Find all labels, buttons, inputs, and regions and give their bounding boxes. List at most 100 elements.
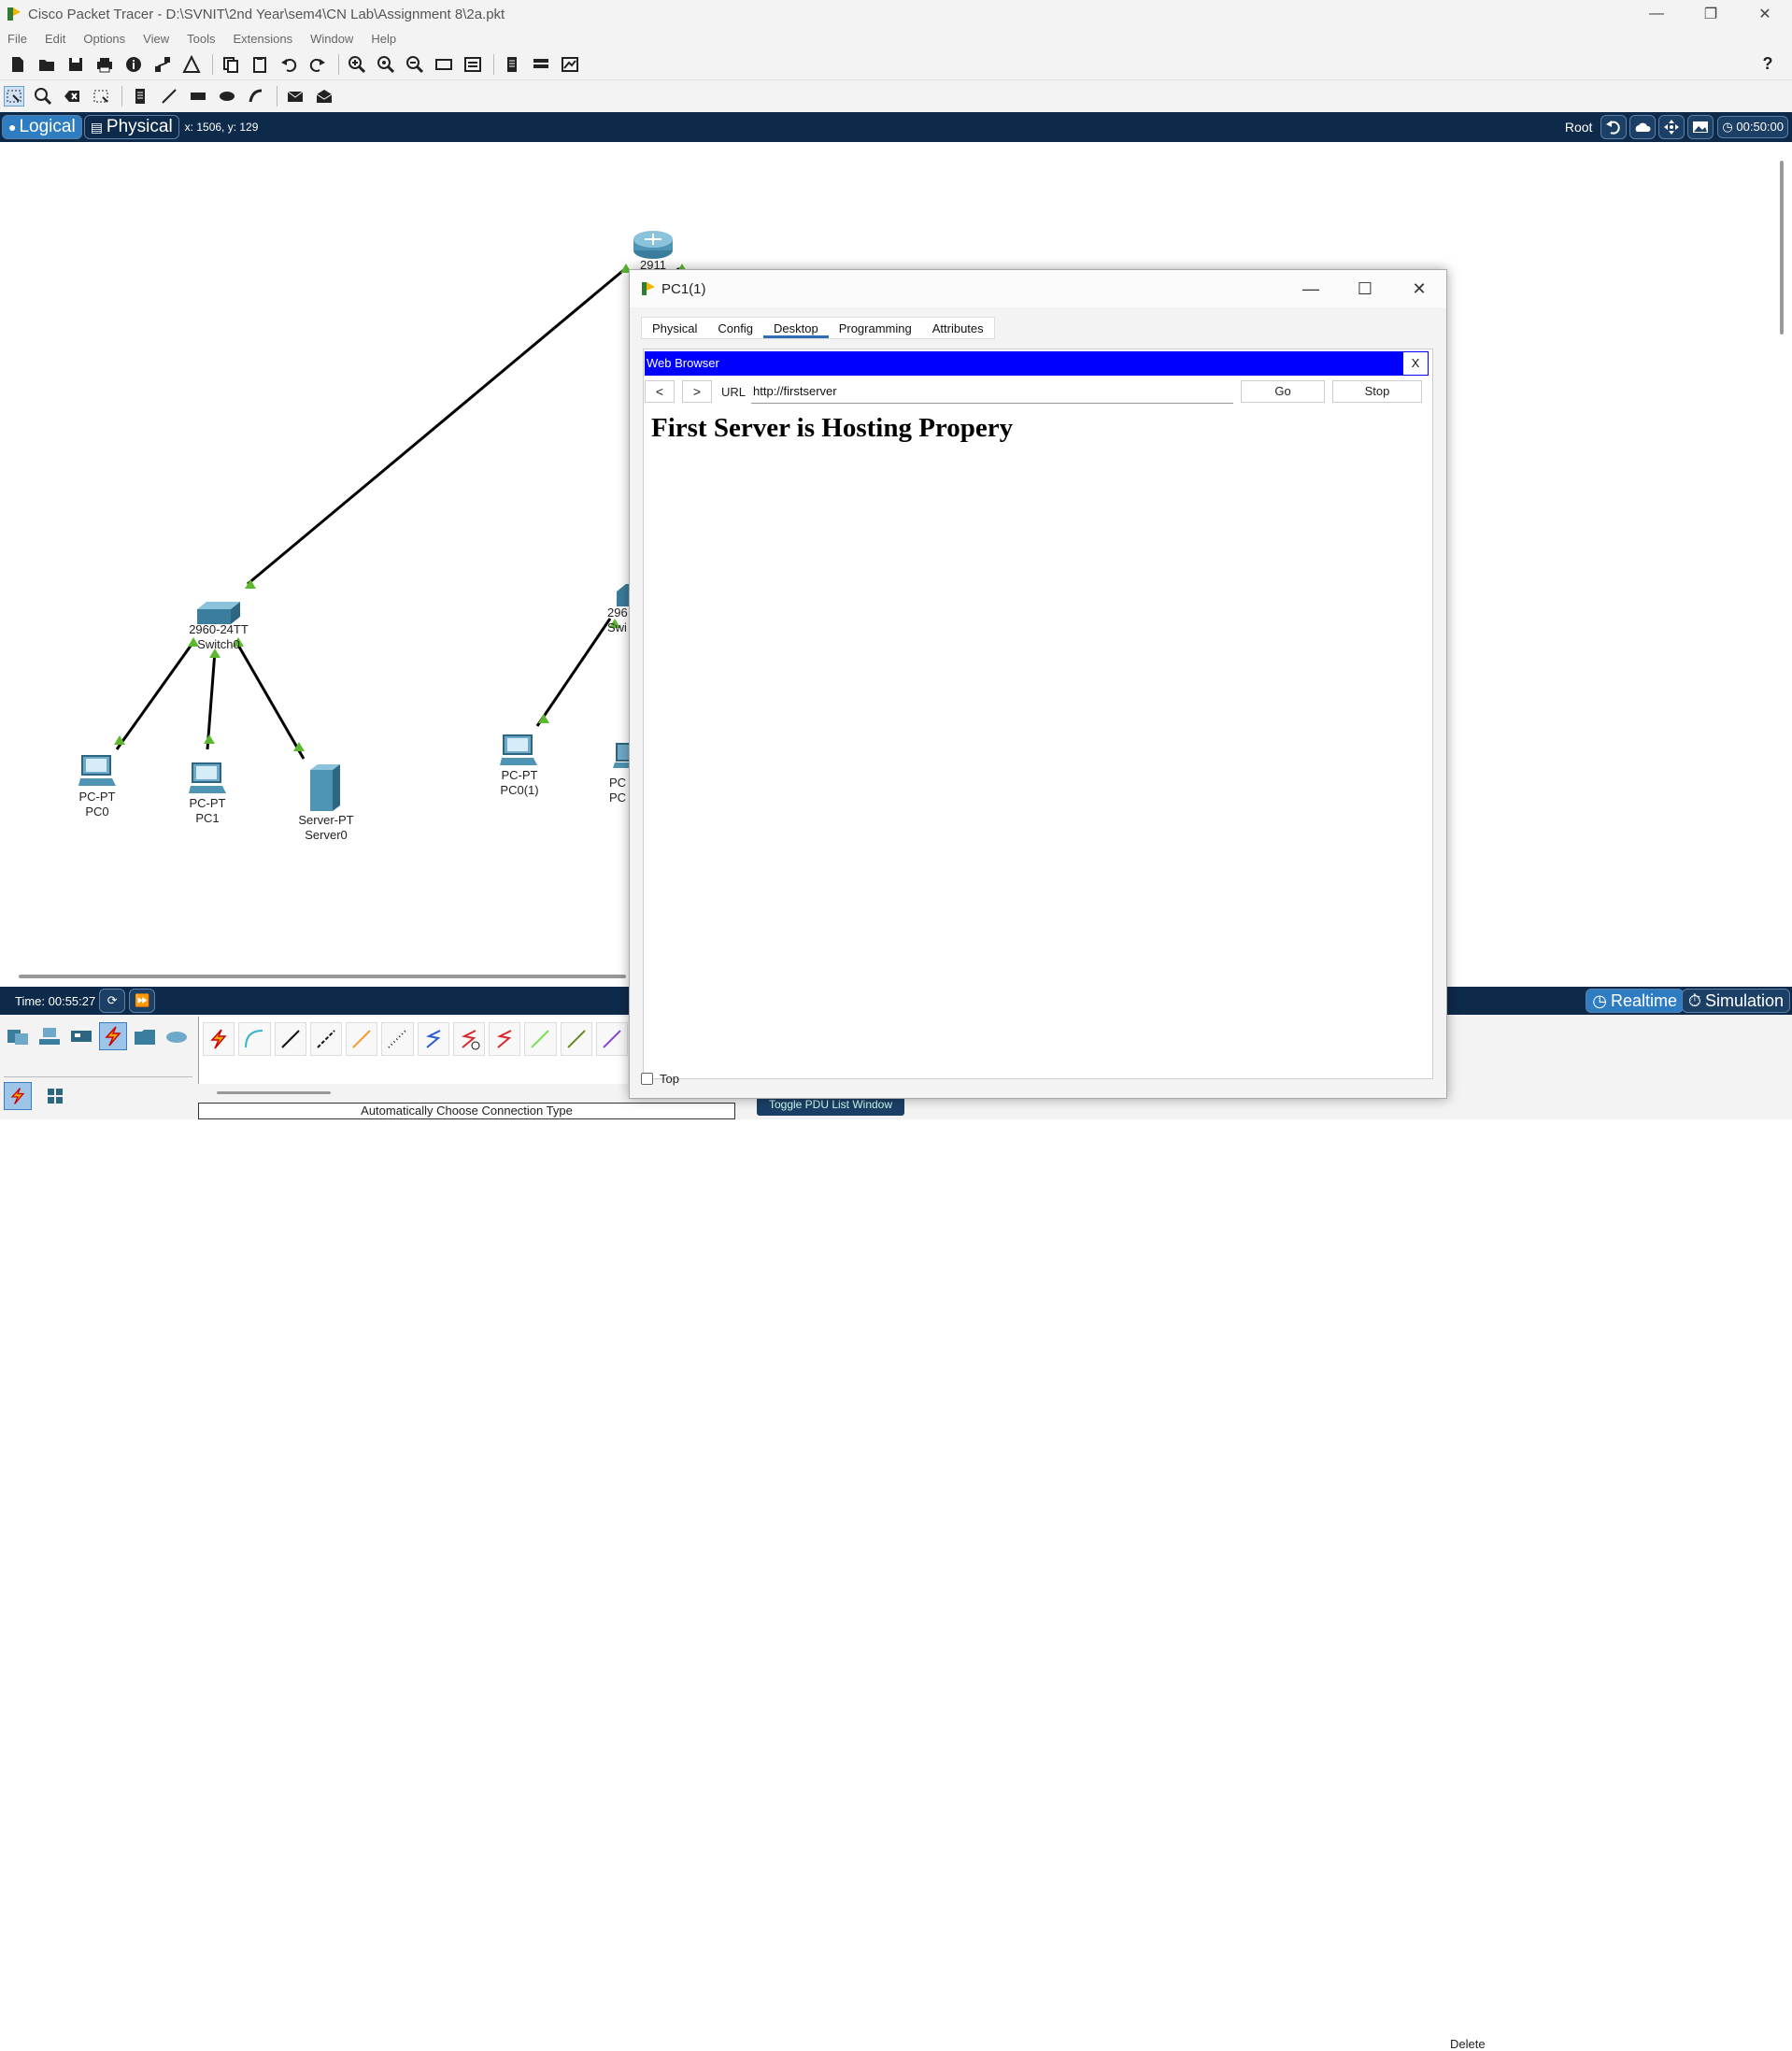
pc-icon[interactable] (500, 734, 537, 767)
viewport-clock[interactable]: ◷ 00:50:00 (1717, 116, 1788, 138)
custom-device-icon[interactable] (462, 54, 483, 75)
tab-desktop[interactable]: Desktop (763, 318, 829, 338)
activity-wizard-icon[interactable] (181, 54, 202, 75)
zoom-out-icon[interactable] (405, 54, 425, 75)
close-button[interactable]: ✕ (1738, 0, 1792, 28)
menu-tools[interactable]: Tools (187, 32, 215, 46)
cluster-icon[interactable] (531, 54, 551, 75)
serial-dte-icon[interactable] (489, 1022, 521, 1056)
pc-icon[interactable] (78, 754, 116, 788)
paste-icon[interactable] (249, 54, 270, 75)
console-cable-icon[interactable] (238, 1022, 271, 1056)
drawing-palette-icon[interactable] (434, 54, 454, 75)
tab-attributes[interactable]: Attributes (922, 318, 994, 338)
info-icon[interactable] (123, 54, 144, 75)
usb-cable-icon[interactable] (595, 1022, 628, 1056)
copper-straight-through-icon[interactable] (274, 1022, 306, 1056)
menu-file[interactable]: File (7, 32, 27, 46)
power-cycle-button[interactable]: ⟳ (99, 989, 126, 1013)
root-label[interactable]: Root (1565, 120, 1593, 135)
octal-cable-icon[interactable] (524, 1022, 557, 1056)
miscellaneous-icon[interactable] (131, 1022, 159, 1050)
browser-forward-button[interactable]: > (682, 380, 712, 403)
coaxial-cable-icon[interactable] (417, 1022, 449, 1056)
new-cluster-icon[interactable] (1629, 115, 1657, 139)
minimize-button[interactable]: — (1629, 0, 1684, 28)
delete-tool-icon[interactable] (62, 86, 82, 107)
link-switch0-pc0[interactable] (115, 641, 195, 750)
copper-cross-over-icon[interactable] (309, 1022, 342, 1056)
web-browser-close-button[interactable]: X (1402, 351, 1429, 376)
save-icon[interactable] (65, 54, 86, 75)
move-object-icon[interactable] (1658, 115, 1685, 139)
menu-view[interactable]: View (143, 32, 169, 46)
logical-view-tab[interactable]: ● Logical (2, 115, 82, 139)
url-input[interactable] (751, 379, 1234, 404)
menu-help[interactable]: Help (371, 32, 396, 46)
always-on-top-checkbox[interactable] (641, 1073, 653, 1085)
back-icon[interactable] (1600, 115, 1628, 139)
undo-icon[interactable] (278, 54, 299, 75)
draw-ellipse-icon[interactable] (217, 86, 237, 107)
phone-cable-icon[interactable] (381, 1022, 414, 1056)
zoom-reset-icon[interactable] (376, 54, 396, 75)
tab-config[interactable]: Config (707, 318, 763, 338)
zoom-in-icon[interactable] (347, 54, 367, 75)
note-tool-icon[interactable] (130, 86, 150, 107)
menu-options[interactable]: Options (83, 32, 125, 46)
dialog-minimize-button[interactable]: — (1284, 270, 1338, 307)
end-devices-icon[interactable] (36, 1022, 64, 1050)
select-tool-icon[interactable] (4, 86, 24, 107)
help-button[interactable]: ? (1757, 54, 1778, 75)
redo-icon[interactable] (307, 54, 328, 75)
network-devices-icon[interactable] (4, 1022, 32, 1050)
simulation-mode-button[interactable]: ⏱ Simulation (1681, 989, 1790, 1013)
resize-tool-icon[interactable] (91, 86, 111, 107)
components-icon[interactable] (67, 1022, 95, 1050)
server-icon[interactable] (308, 762, 342, 813)
open-folder-icon[interactable] (36, 54, 57, 75)
menu-edit[interactable]: Edit (45, 32, 65, 46)
vertical-scrollbar[interactable] (1780, 161, 1784, 335)
horizontal-scrollbar[interactable] (19, 975, 626, 978)
network-wizard-icon[interactable] (152, 54, 173, 75)
router-icon[interactable] (632, 228, 675, 262)
connection-list-scrollbar[interactable] (217, 1091, 331, 1094)
menu-extensions[interactable]: Extensions (233, 32, 292, 46)
serial-dce-icon[interactable] (452, 1022, 485, 1056)
fiber-icon[interactable] (346, 1022, 378, 1056)
browser-back-button[interactable]: < (645, 380, 675, 403)
stop-button[interactable]: Stop (1332, 380, 1423, 403)
inspect-tool-icon[interactable] (33, 86, 53, 107)
multiuser-icon[interactable] (163, 1022, 191, 1050)
dialog-close-button[interactable]: ✕ (1392, 270, 1446, 307)
auto-connection-icon[interactable] (203, 1022, 235, 1056)
link-switch0-server0[interactable] (235, 641, 306, 760)
dialog-maximize-button[interactable]: ☐ (1338, 270, 1392, 307)
tab-programming[interactable]: Programming (829, 318, 922, 338)
go-button[interactable]: Go (1241, 380, 1326, 403)
fast-forward-button[interactable]: ⏩ (129, 989, 156, 1013)
link-switch1-pc0-1[interactable] (535, 618, 612, 727)
physical-view-tab[interactable]: ▤ Physical (83, 115, 179, 139)
new-file-icon[interactable] (7, 54, 28, 75)
pc-icon[interactable] (189, 762, 226, 795)
document-icon[interactable] (502, 54, 522, 75)
print-icon[interactable] (94, 54, 115, 75)
menu-window[interactable]: Window (310, 32, 353, 46)
set-background-icon[interactable] (1687, 115, 1714, 139)
restore-button[interactable]: ❐ (1684, 0, 1738, 28)
tab-physical[interactable]: Physical (642, 318, 707, 338)
draw-rectangle-icon[interactable] (188, 86, 208, 107)
link-router-switch0[interactable] (247, 266, 627, 586)
pc-icon[interactable] (613, 742, 630, 770)
add-simple-pdu-icon[interactable] (285, 86, 306, 107)
freeform-icon[interactable] (246, 86, 266, 107)
auto-connection-category-icon[interactable] (4, 1082, 32, 1110)
iot-custom-cable-icon[interactable] (560, 1022, 592, 1056)
copy-icon[interactable] (220, 54, 241, 75)
ipc-icon[interactable] (560, 54, 580, 75)
draw-line-icon[interactable] (159, 86, 179, 107)
connections-icon[interactable] (99, 1022, 127, 1050)
add-complex-pdu-icon[interactable] (314, 86, 334, 107)
